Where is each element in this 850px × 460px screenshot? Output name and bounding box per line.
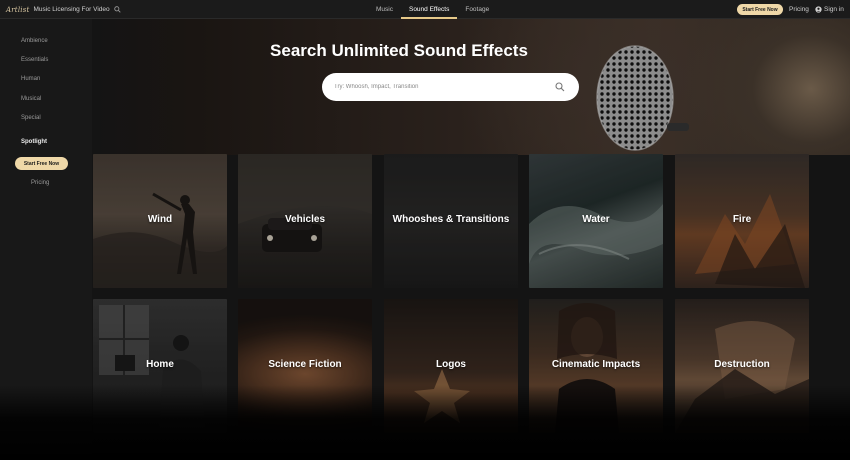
sign-in-link[interactable]: Sign in <box>815 0 844 19</box>
tile-label: Water <box>582 214 610 225</box>
tile-label: Logos <box>436 359 466 370</box>
search-icon[interactable] <box>113 6 121 13</box>
category-tile-wind[interactable]: Wind <box>93 154 227 288</box>
sidebar-item-special[interactable]: Special <box>21 115 41 121</box>
category-tile-fire[interactable]: Fire <box>675 154 809 288</box>
tile-label: Whooshes & Transitions <box>392 214 510 225</box>
tile-label: Vehicles <box>284 214 326 225</box>
sidebar-start-free-button[interactable]: Start Free Now <box>15 157 68 170</box>
category-tile-vehicles[interactable]: Vehicles <box>238 154 372 288</box>
nav-music[interactable]: Music <box>368 0 401 19</box>
brand-logo[interactable]: Artlist Music Licensing For Video <box>6 4 121 15</box>
sidebar: Ambience Essentials Human Musical Specia… <box>0 19 92 460</box>
nav-footage[interactable]: Footage <box>457 0 497 19</box>
sign-in-label: Sign in <box>824 6 844 13</box>
top-navigation: Artlist Music Licensing For Video Music … <box>0 0 850 19</box>
user-icon <box>815 6 822 13</box>
sidebar-item-essentials[interactable]: Essentials <box>21 57 48 63</box>
category-tile-home[interactable]: Home <box>93 299 227 433</box>
category-tile-water[interactable]: Water <box>529 154 663 288</box>
search-bar <box>322 73 579 101</box>
sidebar-item-ambience[interactable]: Ambience <box>21 38 48 44</box>
sidebar-pricing-link[interactable]: Pricing <box>31 180 49 186</box>
tile-label: Wind <box>147 214 173 225</box>
category-tile-whooshes[interactable]: Whooshes & Transitions <box>384 154 518 288</box>
microphone-image <box>596 45 689 151</box>
logo-tagline: Music Licensing For Video <box>33 6 110 13</box>
tile-label: Destruction <box>714 359 770 370</box>
main-nav: Music Sound Effects Footage <box>368 0 497 19</box>
category-tile-logos[interactable]: Logos <box>384 299 518 433</box>
sidebar-item-human[interactable]: Human <box>21 76 40 82</box>
category-tile-destruction[interactable]: Destruction <box>675 299 809 433</box>
tile-label: Fire <box>732 214 752 225</box>
pricing-link[interactable]: Pricing <box>789 0 809 19</box>
hero-left-shade <box>92 19 196 155</box>
start-free-button[interactable]: Start Free Now <box>737 4 783 15</box>
search-input[interactable] <box>334 79 544 95</box>
sidebar-item-musical[interactable]: Musical <box>21 96 41 102</box>
sidebar-item-spotlight[interactable]: Spotlight <box>21 139 47 145</box>
tile-label: Cinematic Impacts <box>551 359 641 370</box>
search-icon[interactable] <box>555 82 565 92</box>
nav-sound-effects[interactable]: Sound Effects <box>400 0 458 19</box>
category-tile-cinematic-impacts[interactable]: Cinematic Impacts <box>529 299 663 433</box>
tile-label: Home <box>146 359 174 370</box>
logo-wordmark: Artlist <box>6 5 30 14</box>
category-tile-science-fiction[interactable]: Science Fiction <box>238 299 372 433</box>
tile-label: Science Fiction <box>268 359 342 370</box>
page-title: Search Unlimited Sound Effects <box>270 41 528 60</box>
